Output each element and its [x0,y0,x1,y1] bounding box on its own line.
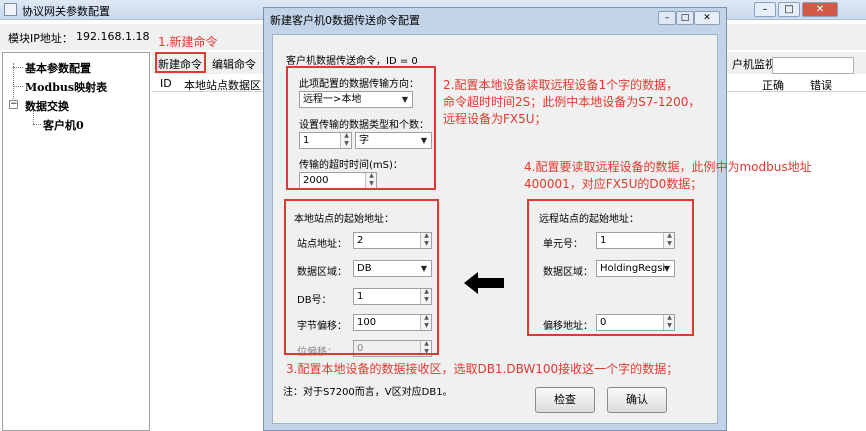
annotation-step-4-line-2: 400001，对应FX5U的D0数据； [524,177,703,191]
minimize-icon[interactable]: – [754,2,776,17]
left-arrow-icon [464,272,504,294]
app-icon [4,3,17,16]
toolbar-input[interactable] [772,57,854,74]
tree-item-modbus-map[interactable]: Modbus映射表 [25,79,107,95]
annotation-step-4-line-1: 4.配置要读取远程设备的数据，此例中为modbus地址 [524,160,812,174]
annotation-step-1: 1.新建命令 [158,35,218,49]
tree-item-client-0[interactable]: 客户机0 [43,117,84,133]
main-window-title: 协议网关参数配置 [22,5,110,18]
tree-line [33,124,41,125]
close-icon[interactable]: ✕ [694,11,720,25]
ip-value: 192.168.1.18 [76,30,150,43]
close-icon[interactable]: ✕ [802,2,838,17]
col-header-error: 错误 [810,79,832,92]
annotation-step-3: 3.配置本地设备的数据接收区，选取DB1.DBW100接收这一个字的数据； [286,362,679,376]
annotation-step-2-line-2: 命令超时时间2S；此例中本地设备为S7-1200， [443,95,701,109]
col-header-local-area: 本地站点数据区 [184,79,261,92]
confirm-button[interactable]: 确认 [607,387,667,413]
highlight-local-address [284,199,439,355]
highlight-remote-address [527,199,694,336]
tree-item-data-exchange[interactable]: 数据交换 [25,98,69,114]
tree-line [13,86,23,87]
minimize-icon[interactable]: – [658,11,676,25]
annotation-step-2-line-3: 远程设备为FX5U； [443,112,547,126]
ip-label: 模块IP地址： [8,32,73,45]
check-button[interactable]: 检查 [535,387,595,413]
highlight-direction-settings [286,66,436,190]
dialog-subtitle: 客户机数据传送命令，ID = 0 [286,56,418,67]
dialog-footnote: 注：对于S7200而言，V区对应DB1。 [283,387,453,398]
highlight-new-command [155,52,206,73]
config-tree: − 基本参数配置 Modbus映射表 数据交换 客户机0 [2,52,150,431]
annotation-step-2-line-1: 2.配置本地设备读取远程设备1个字的数据， [443,78,679,92]
maximize-icon[interactable]: □ [778,2,800,17]
edit-command-button[interactable]: 编辑命令 [212,56,256,72]
col-header-correct: 正确 [762,79,784,92]
collapse-icon[interactable]: − [9,100,18,109]
maximize-icon[interactable]: □ [676,11,694,25]
tree-line [13,67,23,68]
dialog-title: 新建客户机0数据传送命令配置 [270,14,420,27]
tree-item-basic-params[interactable]: 基本参数配置 [25,60,91,76]
col-header-id: ID [160,77,172,90]
client-monitor-label[interactable]: 户机监视 [732,56,776,72]
